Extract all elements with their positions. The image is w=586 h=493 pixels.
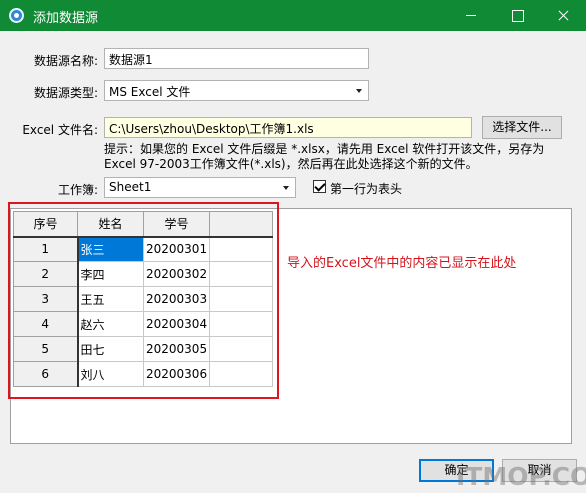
datasource-type-value: MS Excel 文件 — [109, 85, 191, 99]
title-bar: 添加数据源 — [0, 0, 586, 31]
first-row-header-label[interactable]: 第一行为表头 — [330, 180, 402, 197]
watermark-logo: ITMOP.COM — [456, 462, 586, 491]
datasource-name-input[interactable]: 数据源1 — [104, 48, 369, 69]
workbook-select[interactable]: Sheet1 — [104, 177, 296, 198]
workbook-label: 工作簿: — [57, 183, 98, 197]
choose-file-button[interactable]: 选择文件... — [482, 116, 562, 139]
first-row-header-checkbox[interactable] — [313, 180, 326, 193]
chevron-down-icon — [283, 186, 289, 190]
excel-file-label: Excel 文件名: — [22, 123, 98, 137]
datasource-name-label: 数据源名称: — [33, 54, 98, 68]
app-icon — [9, 8, 24, 23]
maximize-icon[interactable] — [494, 0, 540, 31]
annotation-text: 导入的Excel文件中的内容已显示在此处 — [287, 256, 517, 271]
window-title: 添加数据源 — [33, 11, 99, 26]
hint-text: 提示：如果您的 Excel 文件后缀是 *.xlsx，请先用 Excel 软件打… — [104, 142, 545, 171]
highlight-box — [8, 202, 279, 399]
workbook-value: Sheet1 — [109, 180, 152, 194]
close-icon[interactable] — [540, 0, 586, 31]
datasource-type-label: 数据源类型: — [33, 86, 98, 100]
excel-file-input[interactable]: C:\Users\zhou\Desktop\工作簿1.xls — [104, 117, 472, 138]
datasource-type-select[interactable]: MS Excel 文件 — [104, 80, 369, 101]
chevron-down-icon — [356, 89, 362, 93]
minimize-icon[interactable] — [448, 0, 494, 31]
